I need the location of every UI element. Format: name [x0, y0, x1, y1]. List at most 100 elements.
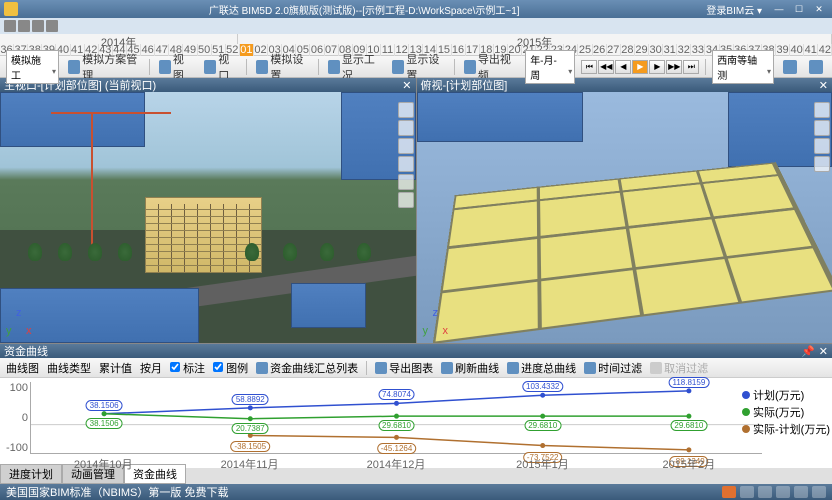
- mode-combo[interactable]: 模拟施工: [6, 50, 59, 84]
- qat-icon[interactable]: [4, 20, 16, 32]
- qat-icon[interactable]: [32, 20, 44, 32]
- viewport-right-canvas[interactable]: zyx: [417, 92, 832, 343]
- viewport-left: 主视口-[计划部位图] (当前视口) ✕ zyx: [0, 78, 416, 343]
- export-chart-button[interactable]: 导出图表: [375, 360, 433, 376]
- viewport-area: 主视口-[计划部位图] (当前视口) ✕ zyx: [0, 78, 832, 343]
- rewind-start-button[interactable]: ⏮: [581, 60, 597, 74]
- data-label: 38.1506: [86, 400, 123, 411]
- zoom-in-icon[interactable]: [398, 120, 414, 136]
- app-logo-icon: [4, 2, 18, 16]
- status-icon[interactable]: [722, 486, 736, 498]
- summary-button[interactable]: 资金曲线汇总列表: [256, 360, 358, 376]
- data-label: 29.6810: [524, 420, 561, 431]
- time-unit-combo[interactable]: 年-月-周: [525, 50, 575, 84]
- status-icon[interactable]: [776, 486, 790, 498]
- viewport-left-header: 主视口-[计划部位图] (当前视口) ✕: [0, 78, 416, 92]
- rewind-button[interactable]: ◀◀: [598, 60, 614, 74]
- cancel-filter-button[interactable]: 取消过滤: [650, 360, 708, 376]
- grid2-icon-button[interactable]: [806, 59, 826, 75]
- floor-plan-model: [432, 162, 832, 343]
- viewport-tools: [814, 102, 830, 172]
- curve-type-label: 曲线类型: [47, 360, 91, 376]
- legend-checkbox[interactable]: 图例: [213, 360, 248, 376]
- chart-x-axis: 2014年10月2014年11月2014年12月2015年1月2015年2月: [30, 456, 762, 468]
- export-icon: [375, 362, 387, 374]
- chart-panel-header: 资金曲线 📌 ✕: [0, 344, 832, 358]
- display-icon: [392, 60, 404, 74]
- gear-icon: [256, 60, 268, 74]
- main-toolbar: 模拟施工 模拟方案管理 视图 视口 模拟设置 显示工况 显示设置 导出视频 年-…: [0, 56, 832, 78]
- qat-icon[interactable]: [18, 20, 30, 32]
- viewport-icon: [204, 60, 216, 74]
- chart-area[interactable]: 1000-100 38.1506 58.8892 74.8074 103.4332 11…: [0, 378, 832, 468]
- axis-gizmo[interactable]: zyx: [423, 307, 453, 337]
- chart-y-axis: 1000-100: [4, 382, 28, 454]
- zoom-out-icon[interactable]: [398, 138, 414, 154]
- chart-legend: 计划(万元) 实际(万元) 实际-计划(万元): [742, 386, 830, 438]
- status-icon[interactable]: [794, 486, 808, 498]
- step-fwd-button[interactable]: ▶: [649, 60, 665, 74]
- chart-panel: 资金曲线 📌 ✕ 曲线图 曲线类型 累计值 按月 标注 图例 资金曲线汇总列表 …: [0, 343, 832, 468]
- status-icon[interactable]: [812, 486, 826, 498]
- accumulate-combo[interactable]: 累计值: [99, 360, 132, 376]
- time-filter-button[interactable]: 时间过滤: [584, 360, 642, 376]
- maximize-button[interactable]: ☐: [790, 2, 808, 16]
- pan-icon[interactable]: [814, 138, 830, 154]
- chart-toolbar: 曲线图 曲线类型 累计值 按月 标注 图例 资金曲线汇总列表 导出图表 刷新曲线…: [0, 358, 832, 378]
- filter-icon: [584, 362, 596, 374]
- viewport-tools: [398, 102, 414, 208]
- grid-icon: [809, 60, 823, 74]
- view-angle-combo[interactable]: 西南等轴测: [712, 50, 774, 84]
- data-label: 103.4332: [522, 381, 563, 392]
- cancel-icon: [650, 362, 662, 374]
- playback-controls: ⏮ ◀◀ ◀ ▶ ▶ ▶▶ ⏭: [581, 60, 699, 74]
- refresh-button[interactable]: 刷新曲线: [441, 360, 499, 376]
- viewport-left-canvas[interactable]: zyx: [0, 92, 416, 343]
- data-label: -45.1264: [377, 443, 417, 454]
- close-button[interactable]: ✕: [810, 2, 828, 16]
- progress-curve-button[interactable]: 进度总曲线: [507, 360, 576, 376]
- crane-model: [91, 112, 93, 250]
- data-label: 20.7387: [232, 423, 269, 434]
- zoom-in-icon[interactable]: [814, 120, 830, 136]
- chart-type-label: 曲线图: [6, 360, 39, 376]
- status-icon[interactable]: [758, 486, 772, 498]
- viewport-right: 俯视-[计划部位图] ✕ zyx: [417, 78, 832, 343]
- by-month-combo[interactable]: 按月: [140, 360, 162, 376]
- data-label: 74.8074: [378, 389, 415, 400]
- step-back-button[interactable]: ◀: [615, 60, 631, 74]
- chart-plot: 38.150658.889274.8074103.4332118.815938.…: [30, 382, 762, 454]
- close-icon[interactable]: ✕: [819, 345, 828, 358]
- home-icon[interactable]: [814, 102, 830, 118]
- refresh-icon: [441, 362, 453, 374]
- plan-icon: [68, 60, 80, 74]
- viewport-right-title: 俯视-[计划部位图]: [421, 77, 508, 93]
- curve-icon: [507, 362, 519, 374]
- data-label: 29.6810: [670, 420, 707, 431]
- status-text[interactable]: 美国国家BIM标准（NBIMS）第一版 免费下载: [6, 484, 228, 500]
- forward-end-button[interactable]: ⏭: [683, 60, 699, 74]
- pan-icon[interactable]: [398, 156, 414, 172]
- fit-icon[interactable]: [398, 192, 414, 208]
- grid-icon-button[interactable]: [780, 59, 800, 75]
- pin-icon[interactable]: 📌: [801, 345, 815, 358]
- forward-button[interactable]: ▶▶: [666, 60, 682, 74]
- play-button[interactable]: ▶: [632, 60, 648, 74]
- viewport-close-icon[interactable]: ✕: [402, 79, 411, 92]
- qat-icon[interactable]: [46, 20, 58, 32]
- rotate-icon[interactable]: [814, 156, 830, 172]
- data-label: 58.8892: [232, 394, 269, 405]
- table-icon: [256, 362, 268, 374]
- minimize-button[interactable]: —: [770, 2, 788, 16]
- quick-access-toolbar: [0, 18, 832, 34]
- mark-checkbox[interactable]: 标注: [170, 360, 205, 376]
- axis-gizmo[interactable]: zyx: [6, 307, 36, 337]
- cloud-login[interactable]: 登录BIM云 ▾: [706, 2, 762, 17]
- data-label: 29.6810: [378, 420, 415, 431]
- window-title: 广联达 BIM5D 2.0旗舰版(测试版)--[示例工程-D:\WorkSpac…: [22, 2, 706, 17]
- data-label: 118.8159: [669, 377, 710, 388]
- viewport-close-icon[interactable]: ✕: [819, 79, 828, 92]
- rotate-icon[interactable]: [398, 174, 414, 190]
- status-icon[interactable]: [740, 486, 754, 498]
- home-icon[interactable]: [398, 102, 414, 118]
